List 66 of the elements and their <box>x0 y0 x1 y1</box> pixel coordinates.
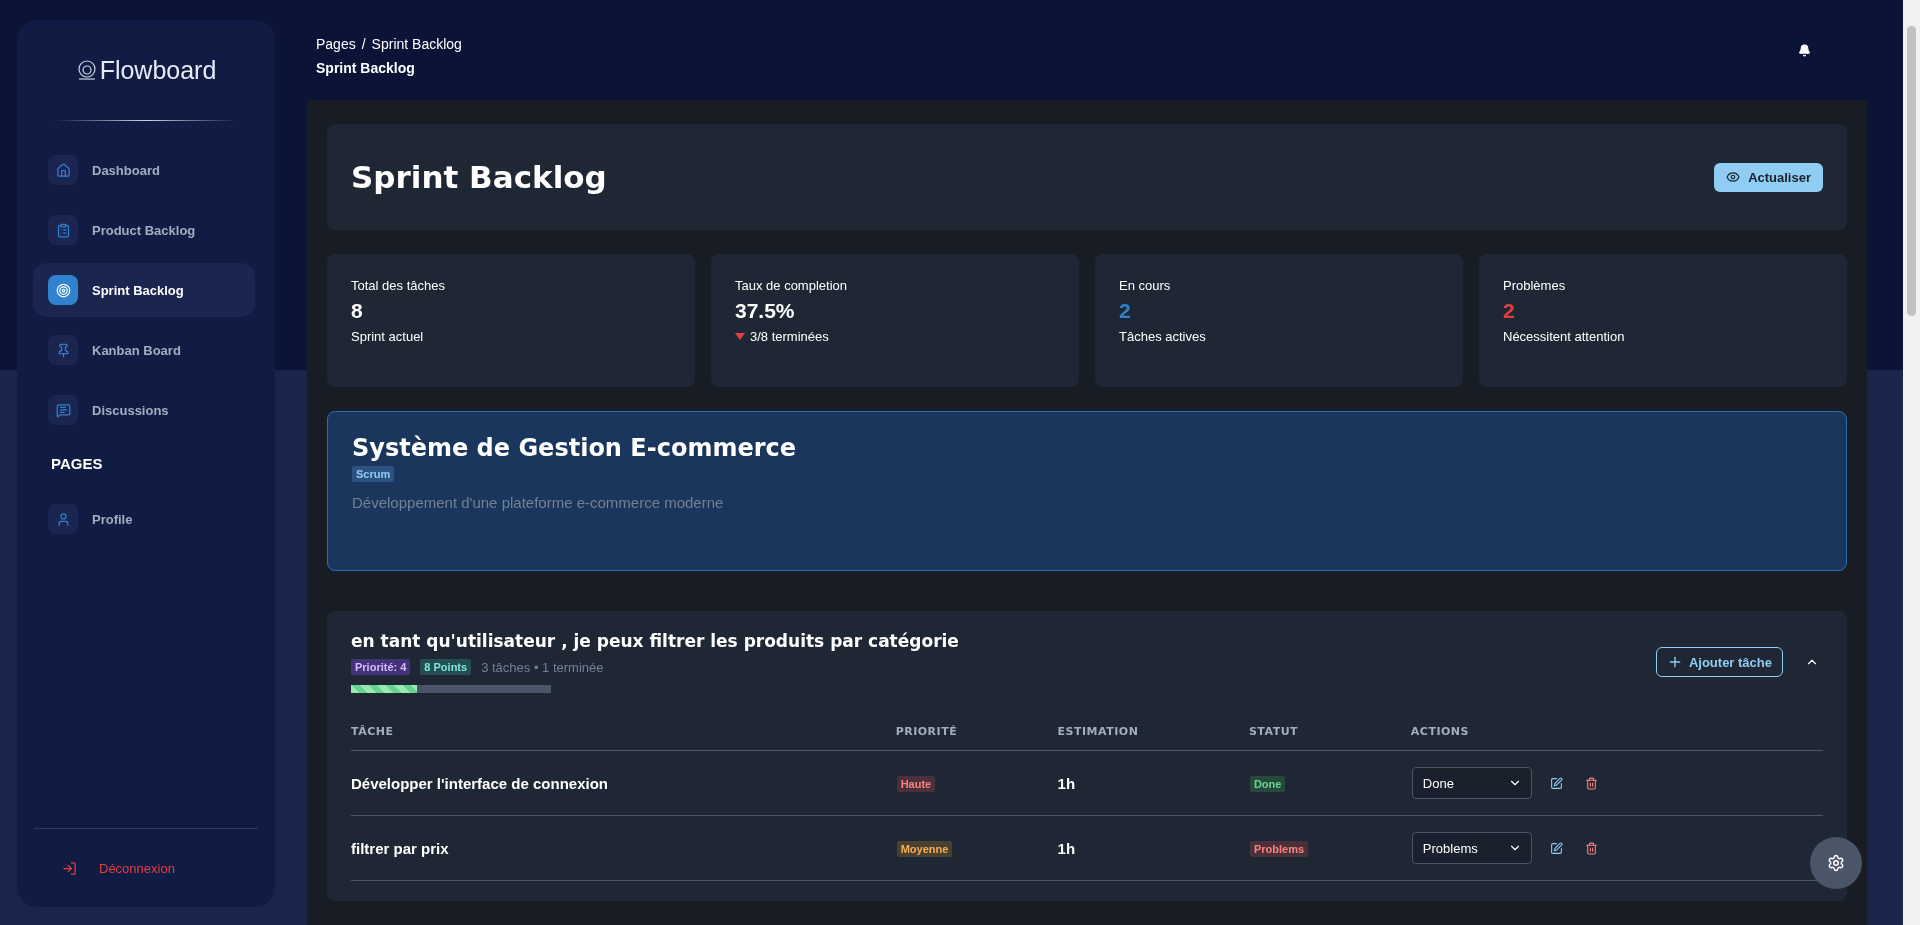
chat-icon <box>55 402 71 418</box>
breadcrumb-current: Sprint Backlog <box>371 36 462 52</box>
story-title: en tant qu'utilisateur , je peux filtrer les produits par catégorie <box>351 631 959 651</box>
logout-link[interactable]: Déconnexion <box>34 828 258 907</box>
pin-icon <box>55 342 71 358</box>
stat-label: Total des tâches <box>351 278 446 293</box>
priority-tag: Moyenne <box>896 841 953 857</box>
sidebar-item[interactable]: Sprint Backlog <box>33 263 255 317</box>
breadcrumb-separator: / <box>361 36 366 52</box>
estimate: 1h <box>1057 815 1249 881</box>
target-icon <box>55 282 71 298</box>
stat-value: 8 <box>351 299 364 323</box>
stat-label: En cours <box>1119 278 1172 293</box>
trash-icon <box>1584 841 1598 855</box>
heading: Sprint Backlog <box>351 159 607 195</box>
status-select[interactable]: Problems <box>1411 832 1532 864</box>
home-icon <box>55 162 71 178</box>
task-name: filtrer par prix <box>351 815 896 881</box>
scrollbar-thumb[interactable] <box>1907 26 1916 316</box>
add-task-button[interactable]: Ajouter tâche <box>1655 647 1783 677</box>
user-icon <box>55 511 71 527</box>
method-tag: Scrum <box>352 466 395 482</box>
column-header: STATUT <box>1248 713 1411 751</box>
priority-tag: Haute <box>896 776 936 792</box>
sidebar-item[interactable]: Kanban Board <box>33 323 255 377</box>
stat-label: Problèmes <box>1503 278 1567 293</box>
breadcrumb-link[interactable]: Pages <box>316 36 356 52</box>
story-summary: 3 tâches • 1 terminée <box>481 659 604 675</box>
task-name: Développer l'interface de connexion <box>351 750 896 816</box>
clipboard-icon <box>55 222 71 238</box>
stat-value: 2 <box>1503 299 1516 323</box>
edit-icon <box>1549 841 1563 855</box>
stat-note: 3/8 terminées <box>750 329 829 344</box>
column-header: ESTIMATION <box>1057 713 1249 751</box>
page-title: Sprint Backlog <box>316 60 416 76</box>
logo-icon <box>75 59 98 81</box>
estimate: 1h <box>1057 750 1249 816</box>
sidebar-item[interactable]: Profile <box>33 492 255 546</box>
status-tag: Done <box>1249 776 1286 792</box>
bell-icon <box>1798 44 1811 57</box>
points-tag: 8 Points <box>420 659 472 675</box>
status-select[interactable]: Done <box>1411 767 1532 799</box>
project-description: Développement d'une plateforme e-commerce moderne <box>352 494 724 511</box>
stat-note: Nécessitent attention <box>1503 329 1625 344</box>
stat-value: 2 <box>1119 299 1132 323</box>
brand-name: Flowboard <box>99 55 217 85</box>
trash-icon <box>1584 776 1598 790</box>
sidebar-item[interactable]: Discussions <box>33 383 255 437</box>
eye-icon <box>1726 170 1741 184</box>
stat-note: Sprint actuel <box>351 329 424 344</box>
column-header: TÂCHE <box>351 713 896 751</box>
column-header: ACTIONS <box>1410 713 1823 751</box>
sidebar-item[interactable]: Dashboard <box>33 143 255 197</box>
refresh-button[interactable]: Actualiser <box>1714 162 1823 192</box>
sidebar-item[interactable]: Product Backlog <box>33 203 255 257</box>
project-title: Système de Gestion E-commerce <box>352 434 796 462</box>
stat-label: Taux de completion <box>735 278 848 293</box>
logout-icon <box>62 860 77 876</box>
column-header: PRIORITÉ <box>895 713 1058 751</box>
stat-note: Tâches actives <box>1119 329 1206 344</box>
settings-icon <box>1827 854 1845 872</box>
edit-icon <box>1549 776 1563 790</box>
section-title: PAGES <box>50 454 104 474</box>
status-tag: Problems <box>1249 841 1309 857</box>
stat-value: 37.5% <box>735 299 796 323</box>
priority-tag: Priorité: 4 <box>351 659 411 675</box>
